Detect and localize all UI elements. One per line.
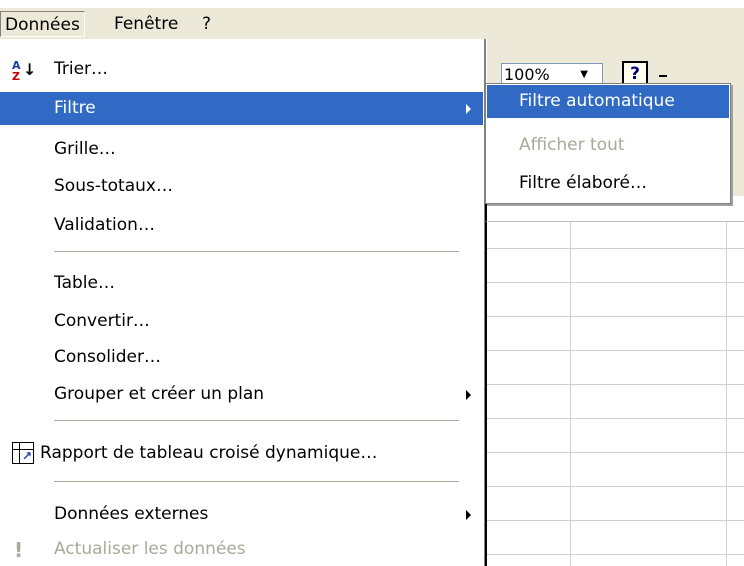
pivot-table-icon: ↗ <box>12 442 34 464</box>
menu-item-label: Rapport de tableau croisé dynamique… <box>40 443 378 463</box>
submenu-item-label: Filtre automatique <box>519 91 675 111</box>
menu-item-grouper[interactable]: Grouper et créer un plan <box>0 378 483 411</box>
menu-item-trier[interactable]: A Z ↓ Trier… <box>0 53 483 86</box>
menu-item-label: Grille… <box>54 139 116 159</box>
menu-bar: Données Fenêtre ? <box>0 8 744 39</box>
menu-item-label: Validation… <box>54 215 155 235</box>
spreadsheet-grid[interactable] <box>485 222 744 566</box>
grid-row-line <box>487 248 744 249</box>
submenu-item-label: Afficher tout <box>519 135 625 155</box>
menu-item-label: Filtre <box>54 98 96 118</box>
grid-row-line <box>487 486 744 487</box>
menu-item-table[interactable]: Table… <box>0 267 483 300</box>
menu-separator <box>54 481 459 483</box>
menu-item-consolider[interactable]: Consolider… <box>0 341 483 374</box>
grid-row-line <box>487 282 744 283</box>
sort-az-icon: A Z ↓ <box>12 59 37 83</box>
grid-row-line <box>487 554 744 555</box>
window-top-strip <box>0 0 744 8</box>
submenu-arrow-icon <box>466 104 471 114</box>
menu-item-label: Consolider… <box>54 347 161 367</box>
filtre-submenu: Filtre automatique Afficher tout Filtre … <box>485 83 731 204</box>
menu-item-label: Sous-totaux… <box>54 176 173 196</box>
zoom-value: 100% <box>504 65 550 84</box>
grid-row-line <box>487 316 744 317</box>
menu-donnees[interactable]: Données <box>0 11 85 37</box>
menu-donnees-label: Données <box>5 15 80 35</box>
menu-item-grille[interactable]: Grille… <box>0 133 483 166</box>
submenu-arrow-icon <box>466 510 471 520</box>
donnees-dropdown-menu: A Z ↓ Trier… Filtre Grille… Sous-totaux… V… <box>0 39 485 566</box>
menu-item-filtre[interactable]: Filtre <box>0 92 483 125</box>
menu-item-convertir[interactable]: Convertir… <box>0 305 483 338</box>
menu-item-actualiser: ! Actualiser les données <box>0 533 483 566</box>
menu-item-sous-totaux[interactable]: Sous-totaux… <box>0 170 483 203</box>
grid-row-line <box>487 350 744 351</box>
grid-column-line <box>726 222 727 566</box>
grid-row-line <box>487 418 744 419</box>
menu-fenetre[interactable]: Fenêtre <box>110 11 182 37</box>
submenu-item-filtre-elabore[interactable]: Filtre élaboré… <box>487 167 729 200</box>
menu-item-label: Convertir… <box>54 311 150 331</box>
menu-fenetre-label: Fenêtre <box>114 14 179 34</box>
menu-item-rapport[interactable]: ↗ Rapport de tableau croisé dynamique… <box>0 437 483 470</box>
grid-row-line <box>487 452 744 453</box>
grid-row-line <box>487 384 744 385</box>
submenu-item-filtre-automatique[interactable]: Filtre automatique <box>487 85 729 118</box>
grid-row-line <box>487 520 744 521</box>
submenu-arrow-icon <box>466 390 471 400</box>
menu-item-label: Table… <box>54 273 115 293</box>
refresh-data-icon: ! <box>14 538 24 562</box>
menu-item-label: Trier… <box>54 59 109 79</box>
menu-aide[interactable]: ? <box>198 11 215 37</box>
menu-separator <box>54 420 459 422</box>
grid-column-line <box>570 222 571 566</box>
menu-aide-label: ? <box>202 14 212 34</box>
menu-item-donnees-externes[interactable]: Données externes <box>0 498 483 531</box>
help-button-label: ? <box>630 64 640 84</box>
menu-item-label: Données externes <box>54 504 209 524</box>
submenu-item-label: Filtre élaboré… <box>519 173 647 193</box>
submenu-item-afficher-tout: Afficher tout <box>487 129 729 162</box>
menu-separator <box>54 251 459 253</box>
menu-item-label: Grouper et créer un plan <box>54 384 265 404</box>
menu-item-validation[interactable]: Validation… <box>0 209 483 242</box>
toolbar-options-icon[interactable] <box>659 75 667 77</box>
menu-item-label: Actualiser les données <box>54 539 246 559</box>
